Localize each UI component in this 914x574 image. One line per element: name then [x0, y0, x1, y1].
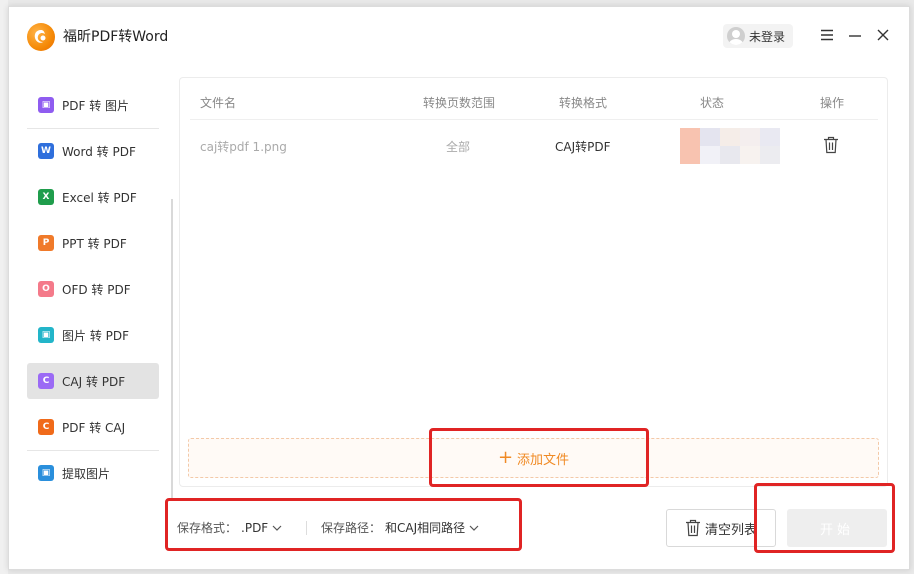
chevron-down-icon	[469, 525, 479, 531]
sidebar-item-label: Word 转 PDF	[62, 144, 136, 159]
ppt-icon: P	[38, 235, 54, 251]
start-button[interactable]: 开始	[787, 509, 887, 547]
bottom-bar: 保存格式： .PDF 保存路径： 和CAJ相同路径 清空列表 开始	[9, 507, 909, 557]
save-format-select[interactable]: 保存格式： .PDF	[177, 519, 282, 536]
file-list-panel: 文件名 转换页数范围 转换格式 状态 操作 caj转pdf 1.png 全部 C…	[179, 77, 888, 487]
menu-button[interactable]	[819, 27, 835, 43]
sidebar-item-pdf-to-caj[interactable]: C PDF 转 CAJ	[27, 409, 159, 451]
delete-button[interactable]	[823, 136, 839, 158]
sidebar: ▣ PDF 转 图片 W Word 转 PDF X Excel 转 PDF P …	[27, 87, 159, 501]
table-row: caj转pdf 1.png 全部 CAJ转PDF	[190, 122, 878, 170]
column-header-filename: 文件名	[200, 96, 237, 110]
start-label: 开始	[819, 522, 854, 538]
sidebar-item-ofd-to-pdf[interactable]: O OFD 转 PDF	[27, 271, 159, 307]
sidebar-item-ppt-to-pdf[interactable]: P PPT 转 PDF	[27, 225, 159, 261]
close-icon	[877, 29, 889, 41]
word-icon: W	[38, 143, 54, 159]
column-header-action: 操作	[820, 96, 845, 110]
chevron-down-icon	[272, 525, 282, 531]
excel-icon: X	[38, 189, 54, 205]
save-format-value: .PDF	[241, 520, 269, 535]
column-header-status: 状态	[700, 96, 725, 110]
clear-list-button[interactable]: 清空列表	[666, 509, 776, 547]
status-progress	[680, 128, 780, 164]
plus-icon: +	[497, 447, 514, 468]
page-range[interactable]: 全部	[446, 138, 470, 155]
add-file-label: 添加文件	[517, 452, 570, 468]
pdf-to-image-icon: ▣	[38, 97, 54, 113]
sidebar-item-extract-image[interactable]: ▣ 提取图片	[27, 455, 159, 491]
title-bar: 福昕PDF转Word 未登录	[9, 7, 909, 63]
ofd-icon: O	[38, 281, 54, 297]
sidebar-item-label: PDF 转 CAJ	[62, 420, 126, 435]
save-path-select[interactable]: 保存路径： 和CAJ相同路径	[321, 519, 479, 536]
hamburger-icon	[821, 29, 833, 41]
app-window: 福昕PDF转Word 未登录 ▣ PDF 转 图片 W Word 转 PDF X…	[8, 6, 910, 570]
avatar-icon	[727, 27, 745, 45]
extract-image-icon: ▣	[38, 465, 54, 481]
trash-icon	[824, 136, 838, 154]
add-file-button[interactable]: + 添加文件	[188, 438, 879, 478]
column-header-format: 转换格式	[559, 96, 608, 110]
sidebar-item-label: Excel 转 PDF	[62, 190, 137, 205]
divider	[306, 521, 307, 535]
app-title: 福昕PDF转Word	[63, 29, 169, 45]
sidebar-item-label: PPT 转 PDF	[62, 236, 127, 251]
minimize-icon	[849, 35, 861, 37]
convert-format: CAJ转PDF	[555, 140, 611, 154]
sidebar-item-caj-to-pdf[interactable]: C CAJ 转 PDF	[27, 363, 159, 399]
sidebar-scrollbar[interactable]	[171, 199, 173, 499]
app-logo-icon	[27, 23, 55, 51]
trash-icon	[685, 519, 700, 537]
image-to-pdf-icon: ▣	[38, 327, 54, 343]
pdf-to-caj-icon: C	[38, 419, 54, 435]
table-header: 文件名 转换页数范围 转换格式 状态 操作	[190, 78, 878, 120]
login-status-label: 未登录	[749, 29, 786, 44]
sidebar-item-label: OFD 转 PDF	[62, 282, 131, 297]
sidebar-item-label: CAJ 转 PDF	[62, 374, 126, 389]
column-header-range: 转换页数范围	[423, 96, 496, 110]
close-button[interactable]	[875, 27, 891, 43]
sidebar-item-label: 提取图片	[62, 466, 111, 481]
caj-icon: C	[38, 373, 54, 389]
save-path-label: 保存路径：	[321, 521, 382, 535]
save-path-value: 和CAJ相同路径	[385, 521, 466, 535]
sidebar-item-excel-to-pdf[interactable]: X Excel 转 PDF	[27, 179, 159, 215]
sidebar-item-image-to-pdf[interactable]: ▣ 图片 转 PDF	[27, 317, 159, 353]
background-window-edge	[0, 0, 8, 574]
sidebar-item-word-to-pdf[interactable]: W Word 转 PDF	[27, 133, 159, 169]
sidebar-item-label: 图片 转 PDF	[62, 328, 130, 343]
minimize-button[interactable]	[847, 27, 863, 43]
login-button[interactable]: 未登录	[723, 24, 794, 48]
clear-list-label: 清空列表	[704, 522, 757, 538]
sidebar-item-pdf-to-image[interactable]: ▣ PDF 转 图片	[27, 87, 159, 129]
save-format-label: 保存格式：	[177, 521, 238, 535]
file-name: caj转pdf 1.png	[200, 140, 287, 154]
sidebar-item-label: PDF 转 图片	[62, 98, 130, 113]
